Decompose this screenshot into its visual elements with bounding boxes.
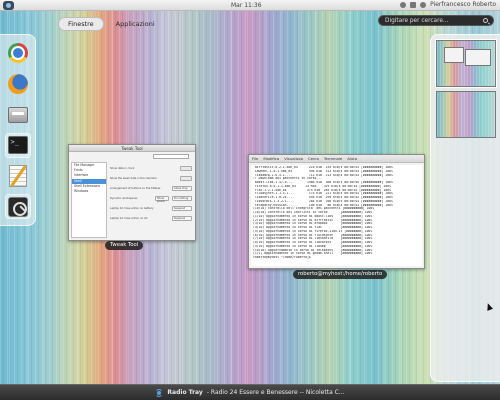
tweak-setting-row: Laptop lid close action on battery Suspe… xyxy=(110,205,192,213)
terminal-icon: >_ xyxy=(7,136,28,155)
window-caption-tweak-tool[interactable]: Tweak Tool xyxy=(105,241,144,250)
workspace-wallpaper xyxy=(437,92,495,137)
tweak-setting-switch xyxy=(180,166,192,171)
dash: >_ xyxy=(0,34,36,226)
tweak-setting-dropdown: Suspend xyxy=(172,206,192,211)
status-area: Pierfrancesco Roberto xyxy=(400,1,496,8)
notification-app-name: Radio Tray xyxy=(167,389,203,396)
user-menu[interactable]: Pierfrancesco Roberto xyxy=(430,1,496,8)
tweak-setting-row: Dynamic workspaces Show power Do nothing xyxy=(110,195,192,203)
terminal-menu-search: Cerca xyxy=(307,156,319,161)
workspace-switcher xyxy=(430,34,500,382)
overview-tabs: Finestre Applicazioni xyxy=(58,17,157,31)
terminal-menu-help: Aiuto xyxy=(347,156,358,161)
terminal-output: difftastic-0.2-1-x86_64 216 KiB 155 KiB/… xyxy=(251,165,422,266)
workspace-thumbnail-1[interactable] xyxy=(436,40,496,87)
terminal-line: roberto@myhost ~/home/roberto]$ xyxy=(253,256,313,259)
panel-clock[interactable]: Mar 11:36 xyxy=(231,2,262,9)
tweak-setting-label: Show the week date in the calendar xyxy=(110,177,157,180)
message-tray[interactable]: Radio Tray - Radio 24 Essere e Benessere… xyxy=(0,384,500,400)
tweak-category-list: File Manager Fonts Interface Shell Shell… xyxy=(71,162,107,238)
workspace-thumbnail-2[interactable] xyxy=(436,91,496,138)
tweak-setting-row: Show the week date in the calendar xyxy=(110,175,192,183)
dash-item-tweak-tool[interactable] xyxy=(4,194,31,220)
tweak-setting-row: Laptop lid close action on AC Suspend xyxy=(110,215,192,223)
window-thumbnail-terminal[interactable]: File Modifica Visualizza Cerca Terminale… xyxy=(248,154,425,269)
tweak-setting-dropdown: Do nothing xyxy=(172,196,192,201)
firefox-icon xyxy=(7,74,28,94)
network-icon[interactable] xyxy=(410,1,417,8)
tweak-search-input xyxy=(153,154,189,159)
terminal-menu-view: Visualizza xyxy=(284,156,303,161)
tweak-setting-switch xyxy=(180,176,192,181)
dash-item-chromium[interactable] xyxy=(5,41,31,66)
window-thumbnail-tweak-tool[interactable]: Tweak Tool File Manager Fonts Interface … xyxy=(68,144,196,241)
tab-windows[interactable]: Finestre xyxy=(58,17,104,31)
dash-item-files[interactable] xyxy=(5,102,31,127)
user-status-icon[interactable] xyxy=(420,1,427,8)
chromium-icon xyxy=(7,43,28,64)
tweak-tool-icon xyxy=(7,196,28,217)
window-caption-terminal[interactable]: roberto@myhost:/home/roberto xyxy=(293,270,388,279)
workspace-window xyxy=(465,49,491,66)
top-panel: Mar 11:36 Pierfrancesco Roberto xyxy=(0,0,500,11)
tweak-setting-extra: Show power xyxy=(155,196,169,203)
tweak-setting-label: Laptop lid close action on AC xyxy=(110,217,148,220)
notification-message: - Radio 24 Essere e Benessere -- Nicolet… xyxy=(206,389,345,396)
workspace-window xyxy=(444,47,464,63)
tweak-setting-label: Arrangement of buttons on the titlebar xyxy=(110,187,161,190)
tweak-setting-row: Arrangement of buttons on the titlebar C… xyxy=(110,185,192,193)
tweak-category: Windows xyxy=(74,188,89,193)
dash-item-firefox[interactable] xyxy=(5,72,31,97)
tab-applications[interactable]: Applicazioni xyxy=(114,18,157,30)
tweak-setting-dropdown: Close Only xyxy=(172,186,192,191)
dash-item-terminal[interactable]: >_ xyxy=(4,133,31,158)
terminal-menu-terminal: Terminale xyxy=(323,156,343,161)
tweak-setting-dropdown: Suspend xyxy=(172,216,192,221)
dash-item-text-editor[interactable] xyxy=(5,164,31,189)
files-icon xyxy=(7,106,28,123)
tweak-setting-label: Dynamic workspaces xyxy=(110,197,138,200)
radio-icon xyxy=(155,388,164,397)
terminal-menu-edit: Modifica xyxy=(263,156,280,161)
search-input[interactable]: Digitare per cercare... xyxy=(378,15,494,26)
tweak-settings-pane: Show date in clock Show the week date in… xyxy=(110,162,192,236)
tweak-setting-label: Show date in clock xyxy=(110,167,135,170)
activities-button[interactable] xyxy=(3,1,14,10)
tweak-setting-row: Show date in clock xyxy=(110,165,192,173)
terminal-menu-file: File xyxy=(252,156,259,161)
terminal-menubar: File Modifica Visualizza Cerca Terminale… xyxy=(249,155,424,163)
search-placeholder: Digitare per cercare... xyxy=(385,17,449,24)
search-icon xyxy=(483,18,488,23)
volume-icon[interactable] xyxy=(400,1,407,8)
tweak-titlebar: Tweak Tool xyxy=(69,145,195,152)
text-editor-icon xyxy=(8,165,27,188)
tweak-setting-label: Laptop lid close action on battery xyxy=(110,207,154,210)
